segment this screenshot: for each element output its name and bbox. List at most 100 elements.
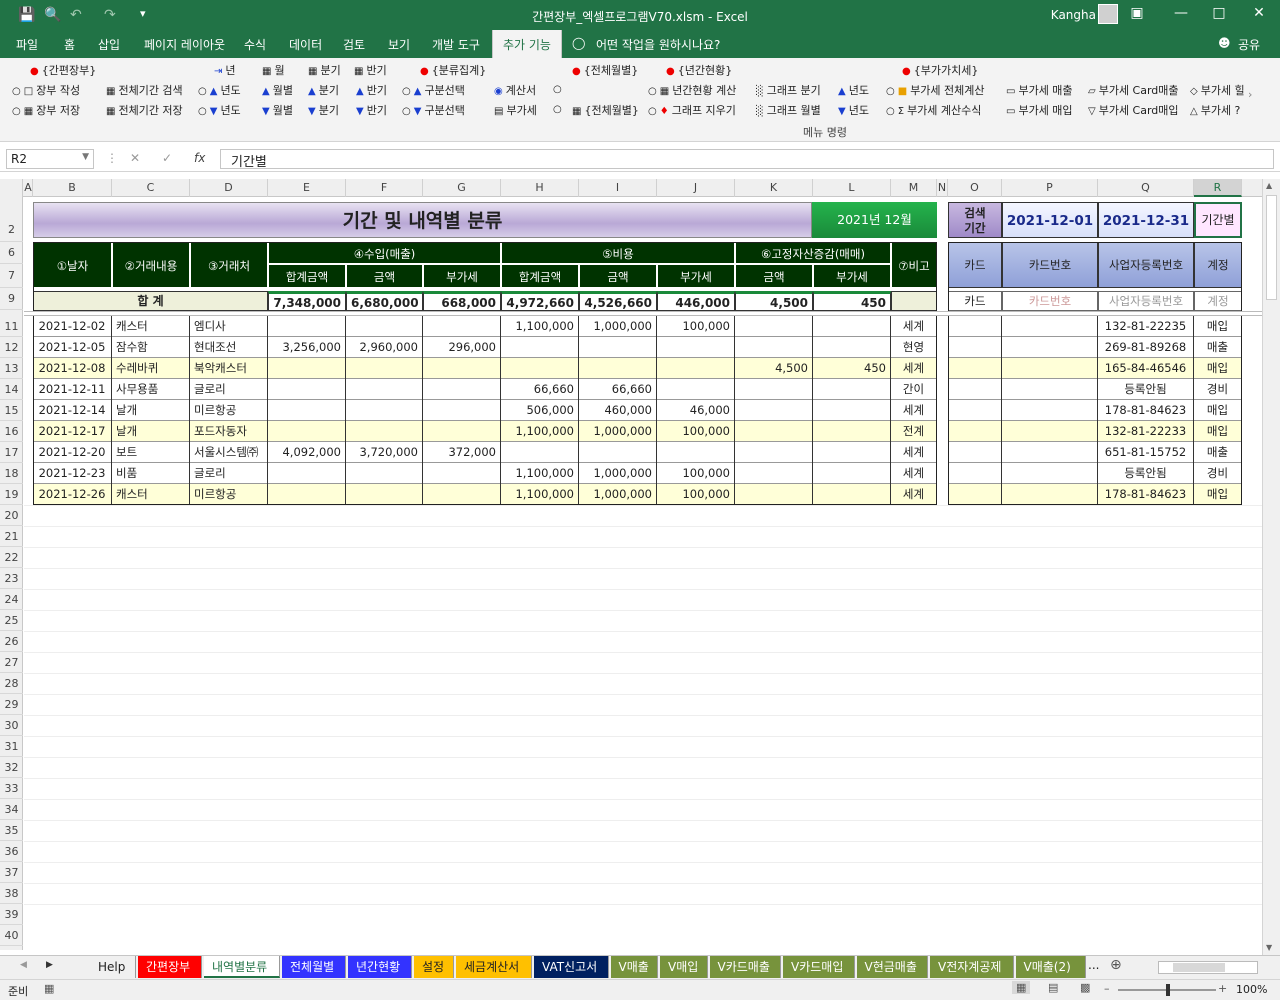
cell-income-vat[interactable] — [423, 421, 501, 442]
cell-expense-vat[interactable]: 100,000 — [657, 463, 735, 484]
row-header-11[interactable]: 11 — [0, 316, 23, 337]
tab-file[interactable]: 파일 — [16, 36, 38, 53]
clear-graph-button[interactable]: ○ ♦ 그래프 지우기 — [648, 102, 736, 118]
row-header-22[interactable]: 22 — [0, 547, 23, 568]
formula-input[interactable]: 기간별 — [220, 149, 1274, 170]
cell-expense-total[interactable]: 506,000 — [501, 400, 579, 421]
half-up-button[interactable]: ▲ 반기 — [356, 82, 387, 98]
sheet-tab-8[interactable]: V매출 — [610, 956, 658, 978]
cell-income-amount[interactable] — [346, 463, 423, 484]
cell-vendor[interactable]: 포드자동자 — [190, 421, 268, 442]
invoice-button[interactable]: ◉ 계산서 — [494, 82, 536, 98]
row-header-12[interactable]: 12 — [0, 337, 23, 358]
cell-business-id[interactable]: 등록안됨 — [1098, 463, 1194, 484]
row-header-31[interactable]: 31 — [0, 736, 23, 757]
function-icon[interactable]: fx — [194, 151, 205, 165]
column-header-c[interactable]: C — [112, 179, 190, 197]
cell-income-total[interactable] — [268, 421, 346, 442]
row-header-40[interactable]: 40 — [0, 925, 23, 946]
cell-expense-total[interactable]: 1,100,000 — [501, 421, 579, 442]
month-down-button[interactable]: ▼ 월별 — [262, 102, 293, 118]
cell-description[interactable]: 사무용품 — [112, 379, 190, 400]
tabs-more[interactable]: ... — [1088, 958, 1099, 972]
vat-purchase-button[interactable]: ▭ 부가세 매입 — [1006, 102, 1073, 118]
cell-income-vat[interactable]: 372,000 — [423, 442, 501, 463]
cell-income-vat[interactable] — [423, 379, 501, 400]
cell-card[interactable] — [948, 484, 1002, 505]
sheet-tab-12[interactable]: V현금매출 — [856, 956, 928, 978]
half-down-button[interactable]: ▼ 반기 — [356, 102, 387, 118]
graph-quarter-button[interactable]: ░ 그래프 분기 — [756, 82, 821, 98]
cell-asset-vat[interactable] — [813, 379, 891, 400]
cell-date[interactable]: 2021-12-20 — [33, 442, 112, 463]
cell-description[interactable]: 날개 — [112, 421, 190, 442]
cell-account[interactable]: 경비 — [1194, 379, 1242, 400]
cell-asset-amount[interactable] — [735, 421, 813, 442]
cell-expense-total[interactable]: 1,100,000 — [501, 484, 579, 505]
sheet-tab-4[interactable]: 년간현황 — [348, 956, 412, 978]
graph-year-up-button[interactable]: ▲ 년도 — [838, 82, 869, 98]
row-header-32[interactable]: 32 — [0, 757, 23, 778]
cell-card[interactable] — [948, 421, 1002, 442]
zoom-slider-thumb[interactable] — [1166, 984, 1170, 996]
column-header-b[interactable]: B — [33, 179, 112, 197]
cell-note[interactable]: 세계 — [891, 442, 937, 463]
cell-date[interactable]: 2021-12-08 — [33, 358, 112, 379]
sheet-tab-1[interactable]: 간편장부 — [138, 956, 202, 978]
sheet-tab-9[interactable]: V매입 — [660, 956, 708, 978]
cell-vendor[interactable]: 서울시스템㈜ — [190, 442, 268, 463]
cell-card[interactable] — [948, 337, 1002, 358]
row-header-6[interactable]: 6 — [0, 242, 23, 264]
cell-description[interactable]: 캐스터 — [112, 316, 190, 337]
cell-income-amount[interactable] — [346, 316, 423, 337]
cell-asset-amount[interactable] — [735, 337, 813, 358]
maximize-icon[interactable]: □ — [1204, 5, 1234, 21]
cell-card-number[interactable] — [1002, 337, 1098, 358]
avatar[interactable] — [1098, 4, 1118, 24]
vat-more-button[interactable]: ◇ 부가세 힐 — [1190, 82, 1245, 98]
cell-income-amount[interactable] — [346, 484, 423, 505]
cell-account[interactable]: 매출 — [1194, 442, 1242, 463]
row-header-26[interactable]: 26 — [0, 631, 23, 652]
cell-account[interactable]: 경비 — [1194, 463, 1242, 484]
cell-date[interactable]: 2021-12-11 — [33, 379, 112, 400]
row-header-37[interactable]: 37 — [0, 862, 23, 883]
cell-business-id[interactable]: 132-81-22233 — [1098, 421, 1194, 442]
row-header-7[interactable]: 7 — [0, 264, 23, 288]
option-radio-2[interactable]: ○ — [553, 102, 565, 115]
row-header-27[interactable]: 27 — [0, 652, 23, 673]
vat-full-calc-button[interactable]: ○ ■ 부가세 전체계산 — [886, 82, 985, 98]
cell-income-vat[interactable] — [423, 484, 501, 505]
ribbon-scroll-right-icon[interactable]: › — [1248, 88, 1252, 101]
ribbon-display-icon[interactable]: ▣ — [1122, 5, 1152, 21]
cell-income-vat[interactable] — [423, 316, 501, 337]
row-header-14[interactable]: 14 — [0, 379, 23, 400]
graph-year-down-button[interactable]: ▼ 년도 — [838, 102, 869, 118]
scroll-down-icon[interactable]: ▼ — [1266, 943, 1272, 952]
row-header-28[interactable]: 28 — [0, 673, 23, 694]
month-up-button[interactable]: ▲ 월별 — [262, 82, 293, 98]
tab-scroll-left-icon[interactable]: ◀ — [20, 960, 27, 970]
cell-income-amount[interactable]: 3,720,000 — [346, 442, 423, 463]
column-header-h[interactable]: H — [501, 179, 579, 197]
row-header-20[interactable]: 20 — [0, 505, 23, 526]
cell-business-id[interactable]: 165-84-46546 — [1098, 358, 1194, 379]
cell-card-number[interactable] — [1002, 358, 1098, 379]
monthly-all-button[interactable]: ▦ {전체월별} — [572, 102, 639, 118]
cell-vendor[interactable]: 현대조선 — [190, 337, 268, 358]
full-period-search-button[interactable]: ▦ 전체기간 검색 — [106, 82, 183, 98]
cell-income-vat[interactable]: 296,000 — [423, 337, 501, 358]
vat-more-button-2[interactable]: △ 부가세 ? — [1190, 102, 1240, 118]
cell-business-id[interactable]: 651-81-15752 — [1098, 442, 1194, 463]
cell-note[interactable]: 세계 — [891, 358, 937, 379]
row-header-29[interactable]: 29 — [0, 694, 23, 715]
row-header-17[interactable]: 17 — [0, 442, 23, 463]
row-header-13[interactable]: 13 — [0, 358, 23, 379]
sheet-tab-2[interactable]: 내역별분류 — [204, 956, 280, 978]
cell-expense-total[interactable] — [501, 337, 579, 358]
cell-asset-vat[interactable] — [813, 316, 891, 337]
horizontal-scrollbar[interactable] — [1158, 961, 1258, 974]
row-header-23[interactable]: 23 — [0, 568, 23, 589]
row-header-18[interactable]: 18 — [0, 463, 23, 484]
cell-asset-amount[interactable]: 4,500 — [735, 358, 813, 379]
